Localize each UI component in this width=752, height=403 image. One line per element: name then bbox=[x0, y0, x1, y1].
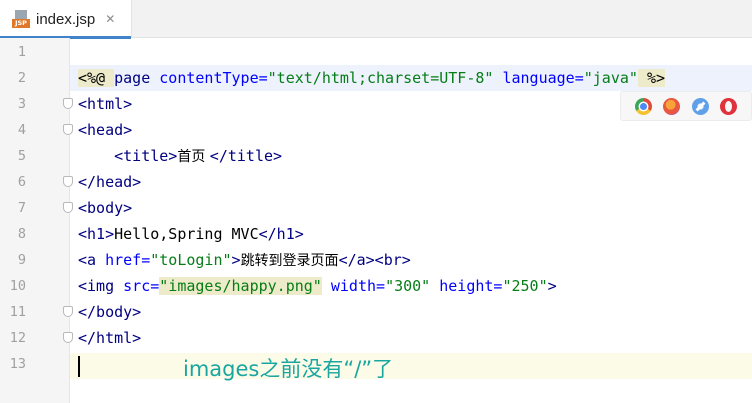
code-line-3[interactable]: <html> bbox=[78, 91, 132, 117]
line-number: 7 bbox=[17, 200, 26, 216]
line-number: 6 bbox=[17, 174, 26, 190]
code-line-8[interactable]: <h1>Hello,Spring MVC</h1> bbox=[78, 221, 304, 247]
fold-marker-icon[interactable] bbox=[63, 98, 73, 109]
line-number: 2 bbox=[17, 70, 26, 86]
tab-title: index.jsp bbox=[36, 10, 96, 28]
safari-icon[interactable] bbox=[691, 97, 709, 115]
fold-marker-icon[interactable] bbox=[63, 202, 73, 213]
text-caret bbox=[78, 356, 80, 377]
fold-marker-icon[interactable] bbox=[63, 124, 73, 135]
fold-marker-icon[interactable] bbox=[63, 176, 73, 187]
line-number: 8 bbox=[17, 226, 26, 242]
code-line-9[interactable]: <a href="toLogin">跳转到登录页面</a><br> bbox=[78, 247, 411, 273]
code-line-4[interactable]: <head> bbox=[78, 117, 132, 143]
line-number-gutter: 1 2 3 4 5 6 7 8 9 10 11 12 13 bbox=[0, 38, 70, 403]
annotation-text: images之前没有“/”了 bbox=[183, 357, 394, 381]
line-number: 5 bbox=[17, 148, 26, 164]
opera-icon[interactable] bbox=[720, 97, 738, 115]
line-number: 4 bbox=[17, 122, 26, 138]
code-line-10[interactable]: <img src="images/happy.png" width="300" … bbox=[78, 273, 557, 299]
jsp-file-icon: JSP bbox=[12, 10, 30, 28]
browser-preview-toolbar bbox=[620, 91, 752, 121]
current-line-highlight bbox=[70, 353, 752, 379]
chrome-icon[interactable] bbox=[634, 97, 652, 115]
firefox-icon[interactable] bbox=[663, 97, 681, 115]
tab-index-jsp[interactable]: JSP index.jsp ✕ bbox=[0, 0, 132, 39]
line-number: 10 bbox=[9, 278, 26, 294]
fold-marker-icon[interactable] bbox=[63, 332, 73, 343]
code-line-5[interactable]: <title>首页 </title> bbox=[78, 143, 282, 169]
line-number: 11 bbox=[9, 304, 26, 320]
editor-tab-bar: JSP index.jsp ✕ bbox=[0, 0, 752, 39]
code-line-6[interactable]: </head> bbox=[78, 169, 141, 195]
line-number: 1 bbox=[17, 44, 26, 60]
line-number: 9 bbox=[17, 252, 26, 268]
close-icon[interactable]: ✕ bbox=[105, 12, 115, 26]
line-number: 13 bbox=[9, 356, 26, 372]
code-line-2[interactable]: <%@ page contentType="text/html;charset=… bbox=[78, 65, 666, 91]
line-number: 3 bbox=[17, 96, 26, 112]
line-number: 12 bbox=[9, 330, 26, 346]
code-line-11[interactable]: </body> bbox=[78, 299, 141, 325]
fold-marker-icon[interactable] bbox=[63, 306, 73, 317]
code-line-7[interactable]: <body> bbox=[78, 195, 132, 221]
code-line-12[interactable]: </html> bbox=[78, 325, 141, 351]
